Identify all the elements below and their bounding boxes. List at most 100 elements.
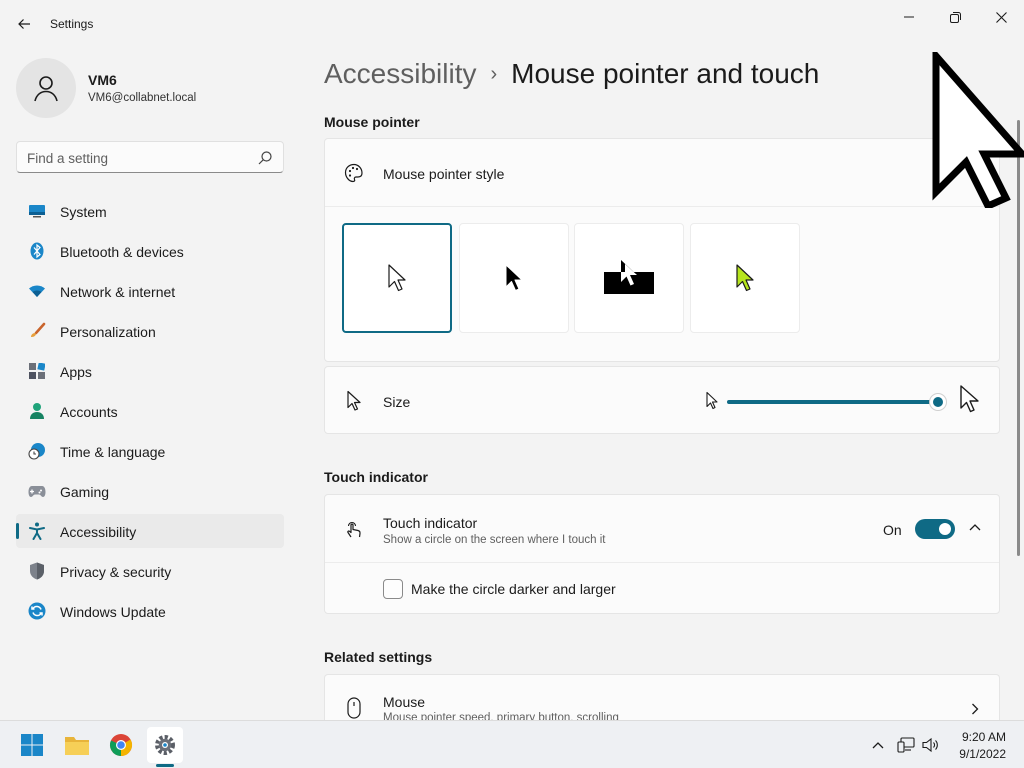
sidebar-item-label: Windows Update bbox=[60, 604, 166, 620]
sidebar-item-accounts[interactable]: Accounts bbox=[16, 394, 284, 428]
custom-color-cursor-icon bbox=[736, 264, 754, 292]
accessibility-icon bbox=[28, 522, 46, 540]
settings-taskbar-button[interactable] bbox=[147, 727, 183, 763]
chevron-up-icon bbox=[872, 742, 884, 749]
chrome-icon bbox=[110, 734, 132, 756]
network-monitor-icon bbox=[897, 737, 915, 753]
breadcrumb-separator: › bbox=[490, 63, 498, 85]
pointer-style-white-option[interactable] bbox=[342, 223, 452, 333]
accounts-icon bbox=[28, 402, 46, 420]
sidebar-item-apps[interactable]: Apps bbox=[16, 354, 284, 388]
palette-icon bbox=[343, 162, 365, 184]
update-icon bbox=[28, 602, 46, 620]
breadcrumb-parent-link[interactable]: Accessibility bbox=[324, 58, 476, 89]
sidebar-item-label: Network & internet bbox=[60, 284, 176, 300]
white-cursor-icon bbox=[388, 264, 406, 292]
pointer-size-card: Size bbox=[324, 366, 1000, 434]
black-cursor-icon bbox=[505, 264, 523, 291]
sidebar-item-time-language[interactable]: Time & language bbox=[16, 434, 284, 468]
page-title: Mouse pointer and touch bbox=[511, 58, 820, 89]
sidebar-item-personalization[interactable]: Personalization bbox=[16, 314, 284, 348]
section-title-related-settings: Related settings bbox=[324, 649, 433, 665]
network-status-button[interactable] bbox=[896, 735, 916, 755]
touch-indicator-row: Touch indicator Show a circle on the scr… bbox=[325, 495, 999, 563]
size-slider-thumb[interactable] bbox=[929, 393, 947, 411]
app-title: Settings bbox=[50, 17, 94, 31]
pointer-style-inverted-option[interactable] bbox=[574, 223, 684, 333]
shield-icon bbox=[28, 562, 46, 580]
minimize-button[interactable] bbox=[886, 4, 932, 30]
sidebar-item-network[interactable]: Network & internet bbox=[16, 274, 284, 308]
section-title-mouse-pointer: Mouse pointer bbox=[324, 114, 420, 130]
title-bar: Settings bbox=[0, 0, 1024, 48]
size-slider-track[interactable] bbox=[727, 400, 939, 404]
close-button[interactable] bbox=[978, 4, 1024, 30]
search-input[interactable] bbox=[27, 148, 247, 168]
back-arrow-icon bbox=[18, 19, 30, 29]
pointer-style-black-option[interactable] bbox=[459, 223, 569, 333]
user-email: VM6@collabnet.local bbox=[88, 92, 197, 104]
gamepad-icon bbox=[28, 482, 46, 500]
touch-indicator-card: Touch indicator Show a circle on the scr… bbox=[324, 494, 1000, 614]
scrollbar[interactable] bbox=[1017, 120, 1020, 556]
bluetooth-icon bbox=[28, 242, 46, 260]
avatar bbox=[16, 58, 76, 118]
sidebar-item-label: Bluetooth & devices bbox=[60, 244, 184, 260]
sidebar-item-system[interactable]: System bbox=[16, 194, 284, 228]
inverted-cursor-icon bbox=[604, 260, 654, 294]
sidebar-item-accessibility[interactable]: Accessibility bbox=[16, 514, 284, 548]
brush-icon bbox=[28, 322, 46, 340]
clock-globe-icon bbox=[28, 442, 46, 460]
user-profile[interactable]: VM6 VM6@collabnet.local bbox=[16, 58, 286, 118]
clock-date: 9/1/2022 bbox=[959, 747, 1006, 761]
sidebar-item-label: Accounts bbox=[60, 404, 118, 420]
darker-circle-checkbox[interactable] bbox=[383, 579, 403, 599]
taskbar: 9:20 AM 9/1/2022 bbox=[0, 720, 1024, 768]
sidebar-item-bluetooth[interactable]: Bluetooth & devices bbox=[16, 234, 284, 268]
back-button[interactable] bbox=[10, 10, 38, 38]
sidebar-item-windows-update[interactable]: Windows Update bbox=[16, 594, 284, 628]
mouse-label: Mouse bbox=[383, 694, 426, 710]
volume-button[interactable] bbox=[921, 735, 941, 755]
sidebar-item-label: Privacy & security bbox=[60, 564, 172, 580]
windows-logo-icon bbox=[21, 734, 43, 756]
active-app-indicator bbox=[156, 764, 174, 767]
sidebar-nav: System Bluetooth & devices Network & int… bbox=[16, 194, 284, 634]
sidebar-item-gaming[interactable]: Gaming bbox=[16, 474, 284, 508]
touch-hand-icon bbox=[343, 518, 365, 540]
file-explorer-button[interactable] bbox=[59, 727, 95, 763]
mouse-description: Mouse pointer speed, primary button, scr… bbox=[383, 712, 619, 720]
gear-icon bbox=[155, 735, 175, 755]
show-hidden-icons-button[interactable] bbox=[868, 735, 888, 755]
small-cursor-icon bbox=[706, 391, 718, 410]
chevron-up-icon[interactable] bbox=[969, 523, 981, 531]
chrome-button[interactable] bbox=[103, 727, 139, 763]
pointer-style-custom-option[interactable] bbox=[690, 223, 800, 333]
sidebar-item-label: Apps bbox=[60, 364, 92, 380]
search-icon bbox=[258, 151, 272, 165]
restore-icon bbox=[949, 11, 961, 23]
touch-indicator-description: Show a circle on the screen where I touc… bbox=[383, 534, 606, 546]
system-icon bbox=[28, 202, 46, 220]
speaker-icon bbox=[922, 737, 938, 753]
start-button[interactable] bbox=[14, 727, 50, 763]
minimize-icon bbox=[904, 16, 914, 18]
large-cursor-icon bbox=[960, 385, 979, 413]
sidebar-item-label: System bbox=[60, 204, 107, 220]
sidebar-item-label: Time & language bbox=[60, 444, 166, 460]
breadcrumb: Accessibility › Mouse pointer and touch bbox=[324, 58, 819, 90]
taskbar-clock[interactable]: 9:20 AM 9/1/2022 bbox=[959, 729, 1006, 763]
touch-indicator-label: Touch indicator bbox=[383, 515, 478, 531]
darker-circle-label: Make the circle darker and larger bbox=[411, 581, 616, 597]
close-icon bbox=[995, 11, 1007, 23]
darker-circle-row: Make the circle darker and larger bbox=[325, 563, 999, 613]
mouse-icon bbox=[343, 697, 365, 719]
touch-indicator-toggle[interactable] bbox=[915, 519, 955, 539]
sidebar-item-label: Personalization bbox=[60, 324, 156, 340]
user-icon bbox=[34, 76, 58, 102]
clock-time: 9:20 AM bbox=[961, 730, 1006, 744]
search-box[interactable] bbox=[16, 141, 284, 173]
restore-button[interactable] bbox=[932, 4, 978, 30]
sidebar-item-privacy-security[interactable]: Privacy & security bbox=[16, 554, 284, 588]
related-mouse-card[interactable]: Mouse Mouse pointer speed, primary butto… bbox=[324, 674, 1000, 720]
